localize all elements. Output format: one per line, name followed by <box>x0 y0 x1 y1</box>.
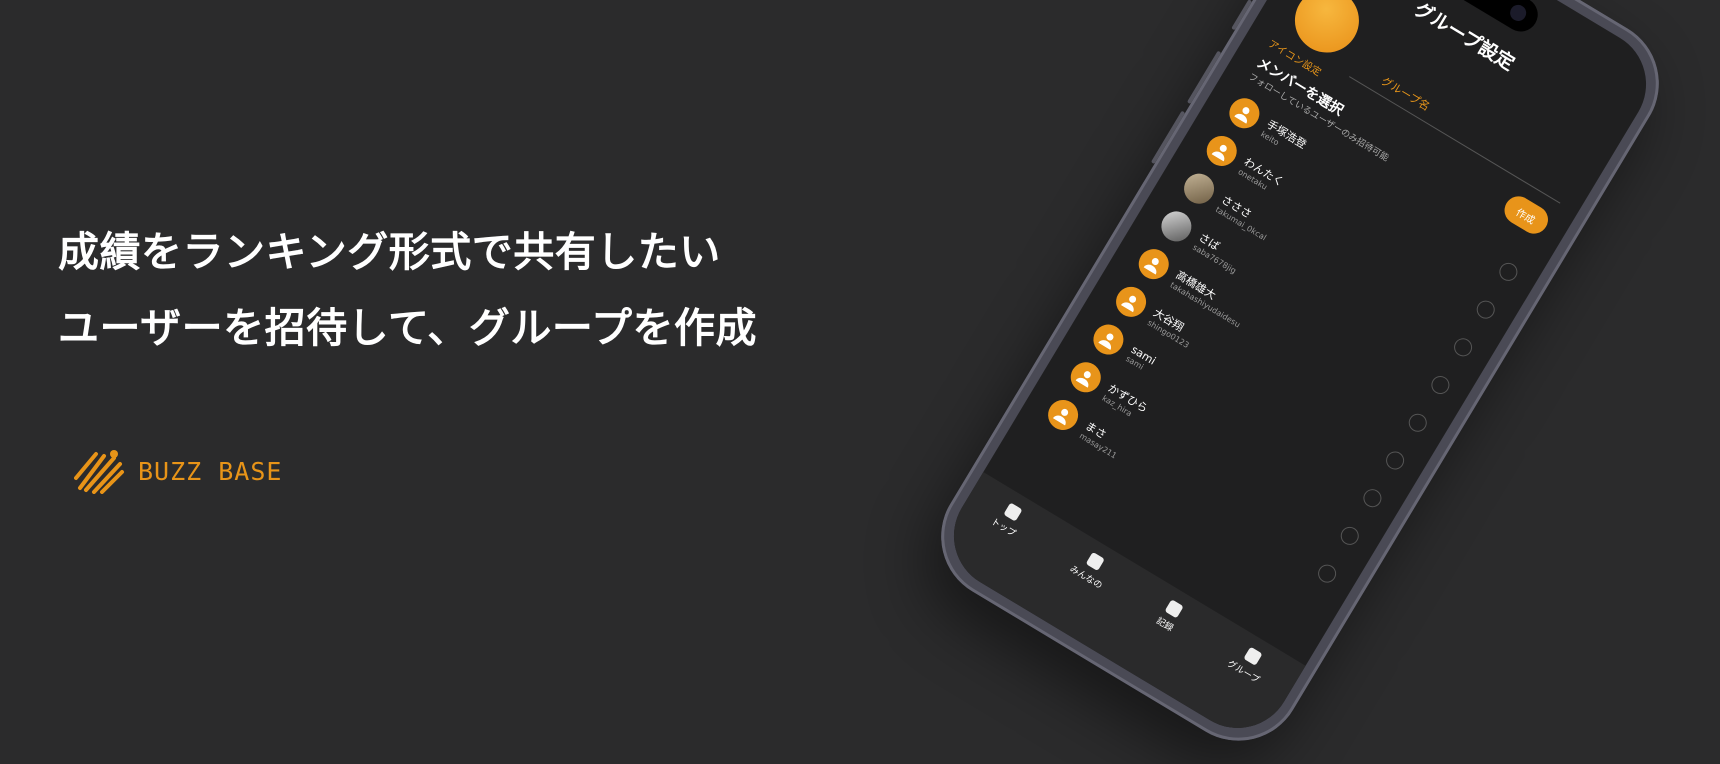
create-button[interactable]: 作成 <box>1499 191 1554 239</box>
avatar <box>1065 356 1107 398</box>
tab-group[interactable]: グループ <box>1198 641 1272 731</box>
camera-icon <box>1507 1 1530 24</box>
brand-logo: BUZZ BASE <box>74 448 282 494</box>
member-checkbox[interactable] <box>1428 372 1453 398</box>
avatar <box>1042 394 1084 436</box>
phone-side-button <box>1231 0 1253 31</box>
phone-mockup: グループ設定 アイコン設定 グループ名 作成 メンバーを選択 フォローしているユ… <box>917 0 1683 764</box>
user-icon <box>1234 107 1250 124</box>
group-icon <box>1243 646 1263 666</box>
tab-record[interactable]: 記録 <box>1127 598 1186 679</box>
avatar <box>1133 243 1175 285</box>
member-checkbox[interactable] <box>1473 297 1499 322</box>
headline-line-1: 成績をランキング形式で共有したい <box>58 228 721 276</box>
user-icon <box>1075 371 1091 388</box>
buzz-base-logo-icon <box>74 450 124 494</box>
avatar <box>1178 168 1220 210</box>
tab-top[interactable]: トップ <box>962 499 1028 585</box>
avatar <box>1087 318 1130 361</box>
user-icon <box>1052 408 1069 426</box>
avatar <box>1223 92 1265 134</box>
member-checkbox[interactable] <box>1337 523 1363 549</box>
tab-everyone[interactable]: みんなの <box>1040 546 1114 637</box>
member-checkbox[interactable] <box>1496 259 1521 285</box>
user-icon <box>1211 144 1227 162</box>
user-icon <box>1098 333 1114 351</box>
people-icon <box>1085 552 1106 572</box>
member-checkbox[interactable] <box>1405 410 1431 436</box>
user-icon <box>1120 295 1137 313</box>
headline-line-2: ユーザーを招待して、グループを作成 <box>58 304 757 352</box>
group-name-input[interactable]: グループ名 <box>1378 73 1433 115</box>
member-checkbox[interactable] <box>1450 334 1476 360</box>
avatar <box>1201 130 1243 172</box>
member-checkbox[interactable] <box>1360 485 1385 511</box>
avatar <box>1110 281 1152 323</box>
record-icon <box>1164 599 1184 619</box>
user-icon <box>1143 258 1159 275</box>
avatar <box>1155 205 1197 247</box>
home-icon <box>1003 502 1023 522</box>
member-checkbox[interactable] <box>1314 561 1340 586</box>
phone-frame: グループ設定 アイコン設定 グループ名 作成 メンバーを選択 フォローしているユ… <box>917 0 1683 764</box>
member-checkbox[interactable] <box>1382 448 1408 473</box>
phone-screen: グループ設定 アイコン設定 グループ名 作成 メンバーを選択 フォローしているユ… <box>933 0 1667 748</box>
brand-name: BUZZ BASE <box>138 456 283 486</box>
